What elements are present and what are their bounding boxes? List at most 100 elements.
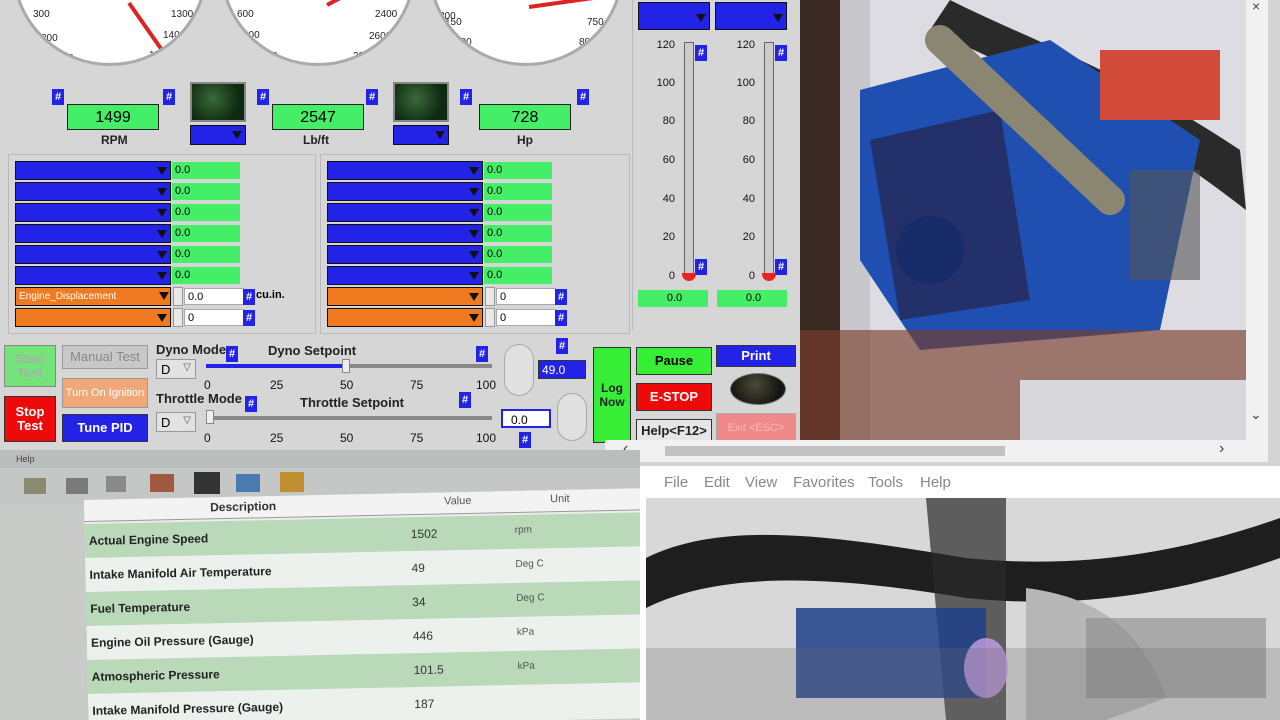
gauge-tick: 2400 xyxy=(375,9,398,20)
row-description: Atmospheric Pressure xyxy=(91,667,220,684)
channel-value: 0.0 xyxy=(484,183,552,200)
channel-selector[interactable] xyxy=(15,266,171,285)
menu-favorites[interactable]: Favorites xyxy=(793,474,855,491)
header-description: Description xyxy=(210,498,277,515)
scroll-thumb[interactable] xyxy=(665,446,1005,456)
rpm-config-button[interactable]: # xyxy=(52,89,64,105)
channel-selector[interactable] xyxy=(327,161,483,180)
thermo-config-button[interactable]: # xyxy=(695,45,707,61)
torque-readout: 2547 xyxy=(272,104,364,130)
channel-selector[interactable] xyxy=(327,203,483,222)
chevron-down-icon xyxy=(696,14,706,22)
menu-edit[interactable]: Edit xyxy=(704,474,730,491)
torque-config-button[interactable]: # xyxy=(366,89,378,105)
throttle-setpoint-slider[interactable] xyxy=(206,416,492,420)
dyno-setpoint-knob[interactable] xyxy=(504,344,534,396)
chevron-down-icon xyxy=(469,293,479,301)
rpm-gauge: 300 1300 200 1400 100 1500 0 1600 xyxy=(12,0,208,66)
value-input[interactable]: 0 xyxy=(496,309,556,326)
thermo-scale-label: 20 xyxy=(662,231,675,243)
tune-pid-button[interactable]: Tune PID xyxy=(62,414,148,442)
start-test-button[interactable]: Start Test xyxy=(4,345,56,387)
row-description: Engine Oil Pressure (Gauge) xyxy=(90,632,254,650)
throttle-slider-thumb[interactable] xyxy=(206,410,214,424)
lamp-selector[interactable] xyxy=(190,125,246,145)
dyno-config-button[interactable]: # xyxy=(556,338,568,354)
value-spinner[interactable] xyxy=(485,287,495,306)
manual-test-button[interactable]: Manual Test xyxy=(62,345,148,369)
value-input[interactable]: 0 xyxy=(496,288,556,305)
channel-selector[interactable] xyxy=(15,203,171,222)
displacement-unit-label: cu.in. xyxy=(256,289,285,301)
thermo-config-button[interactable]: # xyxy=(775,259,787,275)
rpm-config-button[interactable]: # xyxy=(163,89,175,105)
channel-selector[interactable] xyxy=(15,308,171,327)
row-unit: kPa xyxy=(516,626,535,638)
turn-on-ignition-button[interactable]: Turn On Ignition xyxy=(62,378,148,408)
browser-window: File Edit View Favorites Tools Help xyxy=(640,466,1280,720)
log-now-button[interactable]: Log Now xyxy=(593,347,631,443)
chevron-down-icon xyxy=(469,251,479,259)
menu-view[interactable]: View xyxy=(745,474,777,491)
dyno-config-button[interactable]: # xyxy=(226,346,238,362)
print-button[interactable]: Print xyxy=(716,345,796,367)
close-icon[interactable]: × xyxy=(1252,0,1260,14)
thermo-scale-label: 120 xyxy=(656,39,675,51)
channel-selector[interactable] xyxy=(327,182,483,201)
dyno-setpoint-value[interactable]: 49.0 xyxy=(538,360,586,379)
config-button[interactable]: # xyxy=(243,310,255,326)
channel-selector[interactable] xyxy=(15,245,171,264)
value-spinner[interactable] xyxy=(485,308,495,327)
throttle-config-button[interactable]: # xyxy=(519,432,531,448)
laptop-table: Description Value Unit Actual Engine Spe… xyxy=(84,488,640,720)
throttle-mode-select[interactable]: D ▽ xyxy=(156,412,196,432)
hp-config-button[interactable]: # xyxy=(460,89,472,105)
throttle-setpoint-knob[interactable] xyxy=(557,393,587,441)
thermo-selector-2[interactable] xyxy=(715,2,787,30)
pause-button[interactable]: Pause xyxy=(636,347,712,375)
channel-value: 0.0 xyxy=(172,267,240,284)
config-button[interactable]: # xyxy=(555,289,567,305)
chevron-right-icon[interactable]: › xyxy=(1219,440,1224,458)
status-lamp xyxy=(730,373,786,405)
exit-button[interactable]: Exit <ESC> xyxy=(716,413,796,443)
throttle-config-button[interactable]: # xyxy=(245,396,257,412)
displacement-selector[interactable]: Engine_Displacement xyxy=(15,287,171,306)
channel-selector[interactable] xyxy=(327,287,483,306)
value-spinner[interactable] xyxy=(173,308,183,327)
channel-selector[interactable] xyxy=(327,245,483,264)
e-stop-button[interactable]: E-STOP xyxy=(636,383,712,411)
thermo-selector-1[interactable] xyxy=(638,2,710,30)
diagnostic-laptop-photo: Help Description Value Unit Actual Engin… xyxy=(0,450,640,720)
dyno-config-button[interactable]: # xyxy=(476,346,488,362)
channel-selector[interactable] xyxy=(327,308,483,327)
dyno-slider-thumb[interactable] xyxy=(342,359,351,373)
lamp-selector[interactable] xyxy=(393,125,449,145)
stop-test-button[interactable]: Stop Test xyxy=(4,396,56,442)
value-input[interactable]: 0 xyxy=(184,309,244,326)
menu-file[interactable]: File xyxy=(664,474,688,491)
menu-help[interactable]: Help xyxy=(920,474,951,491)
thermo-config-button[interactable]: # xyxy=(775,45,787,61)
channel-selector[interactable] xyxy=(327,224,483,243)
vertical-scrollbar[interactable]: × ⌄ xyxy=(1246,0,1268,440)
torque-config-button[interactable]: # xyxy=(257,89,269,105)
thermo-config-button[interactable]: # xyxy=(695,259,707,275)
chevron-down-icon[interactable]: ⌄ xyxy=(1250,406,1262,423)
dyno-mode-select[interactable]: D ▽ xyxy=(156,359,196,379)
row-unit: rpm xyxy=(514,524,533,536)
displacement-input[interactable]: 0.0 xyxy=(184,288,244,305)
channel-selector[interactable] xyxy=(327,266,483,285)
menu-tools[interactable]: Tools xyxy=(868,474,903,491)
channel-selector[interactable] xyxy=(15,224,171,243)
displacement-spinner[interactable] xyxy=(173,287,183,306)
throttle-setpoint-value[interactable]: 0.0 xyxy=(501,409,551,428)
chevron-down-icon xyxy=(157,209,167,217)
channel-selector[interactable] xyxy=(15,161,171,180)
hp-config-button[interactable]: # xyxy=(577,89,589,105)
horizontal-scrollbar[interactable]: ‹ › xyxy=(605,440,1268,462)
displacement-config-button[interactable]: # xyxy=(243,289,255,305)
channel-selector[interactable] xyxy=(15,182,171,201)
throttle-config-button[interactable]: # xyxy=(459,392,471,408)
config-button[interactable]: # xyxy=(555,310,567,326)
